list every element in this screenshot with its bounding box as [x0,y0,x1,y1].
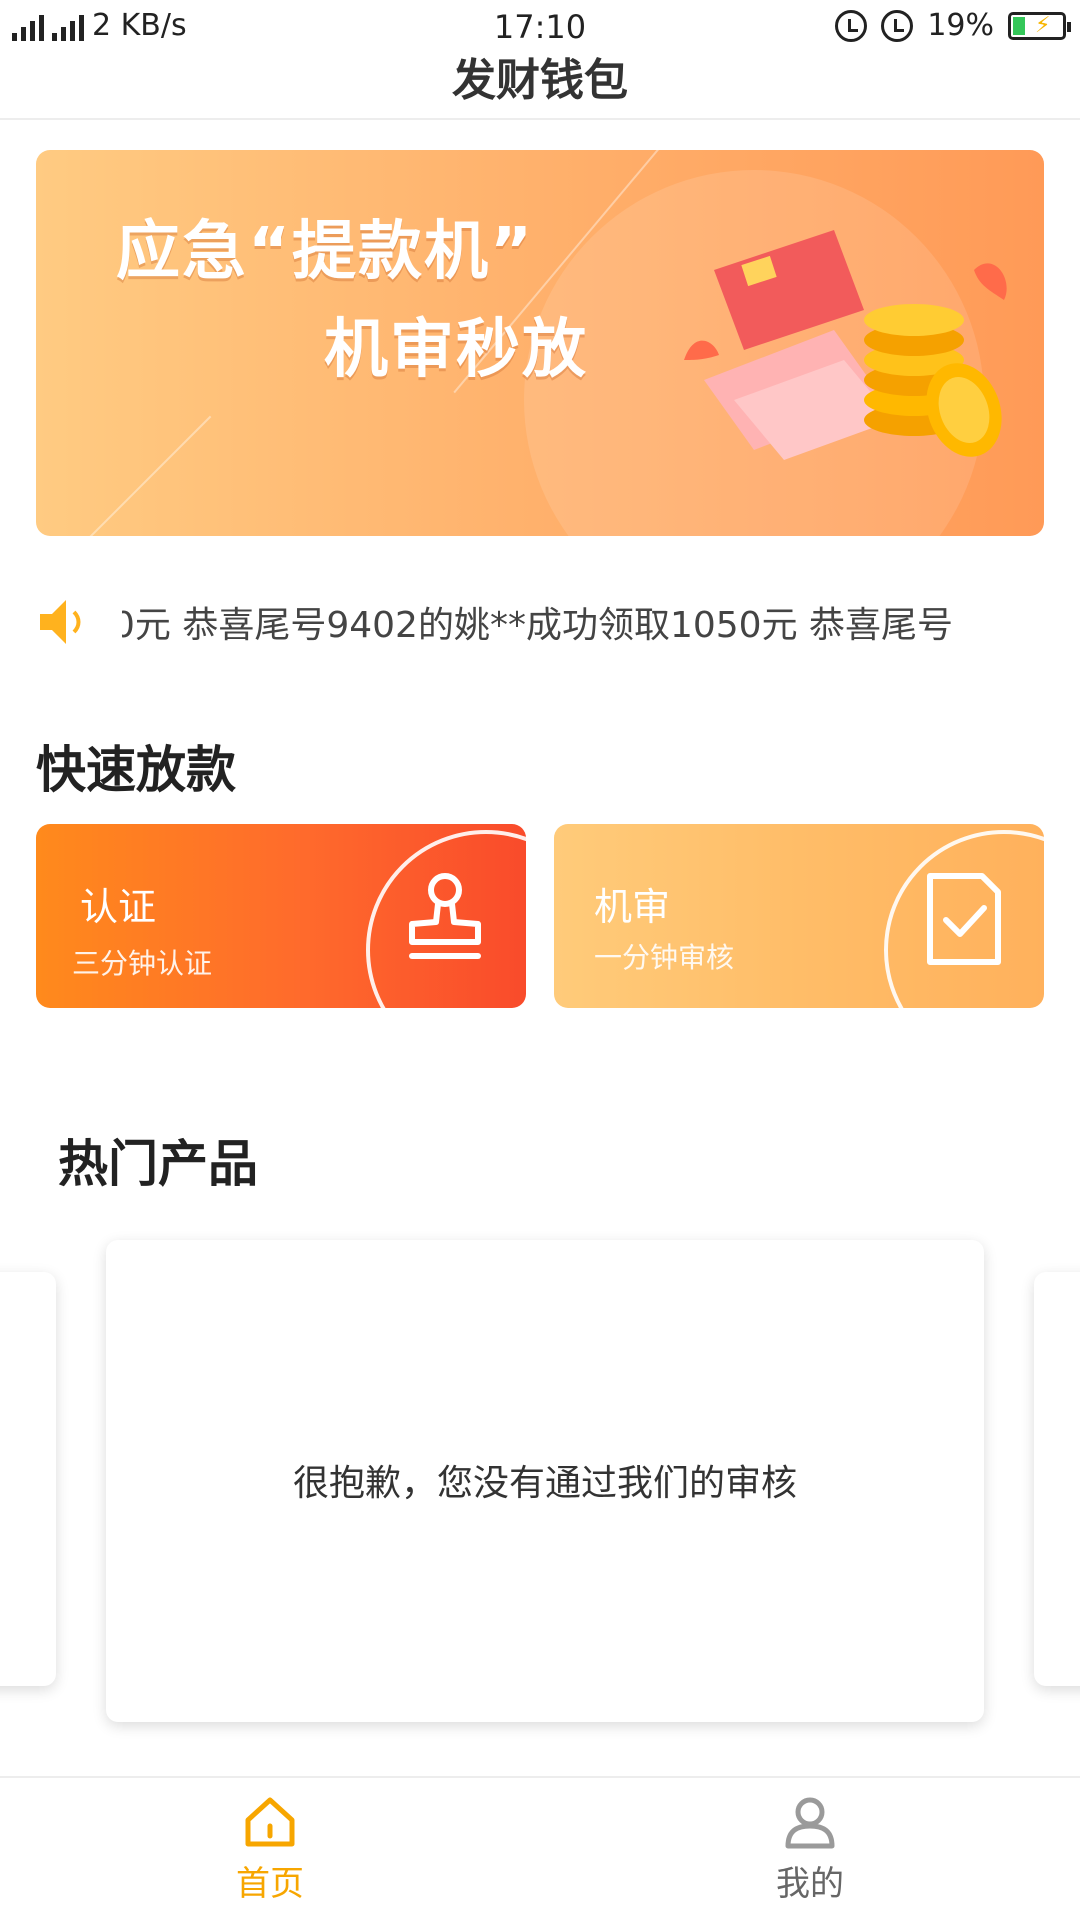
review-card-title: 机审 [594,885,671,929]
product-card-next[interactable] [1034,1272,1080,1686]
promo-banner[interactable]: 应急“提款机” 机审秒放 [36,150,1044,536]
alarm-icon [881,9,914,42]
banner-stripe [82,415,212,536]
section-title-quick: 快速放款 [36,741,236,799]
product-card[interactable]: 很抱歉，您没有通过我们的审核 [106,1240,984,1722]
notice-text: 0元 恭喜尾号9402的姚**成功领取1050元 恭喜尾号 [122,605,954,646]
battery-icon: ⚡ [1008,11,1071,40]
status-right: 19% ⚡ [835,8,1071,43]
money-coins-illustration [684,230,1007,460]
banner-headline: 应急“提款机” [116,215,535,289]
bottom-nav: 首页 我的 [0,1776,1080,1920]
auth-card[interactable]: 认证 三分钟认证 [36,824,526,1008]
nav-label-home: 首页 [236,1864,304,1904]
status-bar: 2 KB/s 17:10 19% ⚡ [0,0,1080,56]
top-bar: 发财钱包 [0,56,1080,120]
home-icon [245,1797,295,1847]
document-check-icon [927,873,1001,965]
stamp-icon [409,873,481,959]
battery-percent: 19% [927,8,994,43]
section-title-products: 热门产品 [58,1135,258,1193]
review-card-subtitle: 一分钟审核 [594,941,735,974]
auth-card-subtitle: 三分钟认证 [72,947,213,980]
review-card[interactable]: 机审 一分钟审核 [554,824,1044,1008]
product-card-prev[interactable] [0,1272,56,1686]
nav-item-home[interactable]: 首页 [170,1792,370,1905]
auth-card-title: 认证 [80,885,157,929]
nav-label-mine: 我的 [776,1864,844,1904]
rotation-lock-icon [835,9,868,42]
user-icon [785,1797,835,1849]
notice-ticker: 0元 恭喜尾号9402的姚**成功领取1050元 恭喜尾号 [36,590,1044,654]
empty-message: 很抱歉，您没有通过我们的审核 [292,1463,797,1504]
speaker-icon [40,600,81,644]
banner-subheadline: 机审秒放 [324,313,588,387]
page-title: 发财钱包 [452,56,628,106]
nav-item-mine[interactable]: 我的 [710,1792,910,1905]
